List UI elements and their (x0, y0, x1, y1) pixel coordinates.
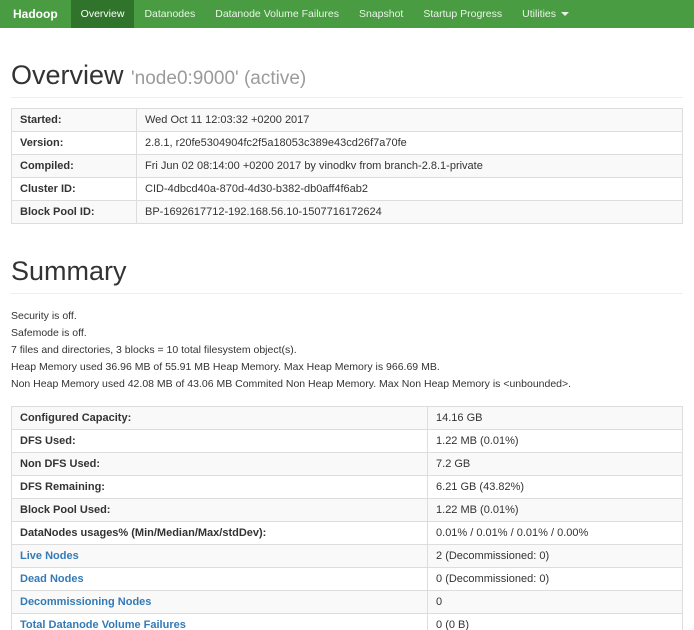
row-label: Compiled: (12, 155, 137, 178)
table-row: Compiled:Fri Jun 02 08:14:00 +0200 2017 … (12, 155, 683, 178)
row-value: 14.16 GB (428, 407, 683, 430)
row-label: DFS Remaining: (12, 476, 428, 499)
dead-nodes-link[interactable]: Dead Nodes (20, 573, 84, 585)
summary-title: Summary (11, 256, 683, 287)
row-value: 2.8.1, r20fe5304904fc2f5a18053c389e43cd2… (137, 132, 683, 155)
navbar-items: OverviewDatanodesDatanode Volume Failure… (71, 0, 579, 28)
row-label: Decommissioning Nodes (12, 591, 428, 614)
overview-title: Overview (11, 60, 124, 90)
summary-status-line: 7 files and directories, 3 blocks = 10 t… (11, 342, 683, 359)
decommissioning-nodes-link[interactable]: Decommissioning Nodes (20, 596, 151, 608)
row-label: Cluster ID: (12, 178, 137, 201)
row-value: 0 (428, 591, 683, 614)
row-label: Non DFS Used: (12, 453, 428, 476)
summary-table-body: Configured Capacity:14.16 GBDFS Used:1.2… (12, 407, 683, 630)
summary-status-line: Safemode is off. (11, 325, 683, 342)
nav-item-utilities[interactable]: Utilities (512, 0, 579, 28)
table-row: DataNodes usages% (Min/Median/Max/stdDev… (12, 522, 683, 545)
main-content: Overview 'node0:9000' (active) Started:W… (0, 60, 694, 630)
overview-table-body: Started:Wed Oct 11 12:03:32 +0200 2017Ve… (12, 109, 683, 224)
row-label: Configured Capacity: (12, 407, 428, 430)
divider (11, 97, 683, 98)
table-row: Dead Nodes 0 (Decommissioned: 0) (12, 568, 683, 591)
table-row: DFS Used:1.22 MB (0.01%) (12, 430, 683, 453)
summary-status-line: Security is off. (11, 308, 683, 325)
divider (11, 293, 683, 294)
table-row: Version:2.8.1, r20fe5304904fc2f5a18053c3… (12, 132, 683, 155)
namenode-address-subtitle: 'node0:9000' (active) (131, 68, 306, 89)
row-label: Live Nodes (12, 545, 428, 568)
row-value: 1.22 MB (0.01%) (428, 499, 683, 522)
brand-logo[interactable]: Hadoop (0, 0, 71, 28)
overview-table: Started:Wed Oct 11 12:03:32 +0200 2017Ve… (11, 108, 683, 224)
row-value: 7.2 GB (428, 453, 683, 476)
summary-status-line: Heap Memory used 36.96 MB of 55.91 MB He… (11, 359, 683, 376)
table-row: Decommissioning Nodes 0 (12, 591, 683, 614)
summary-status-lines: Security is off.Safemode is off.7 files … (11, 308, 683, 393)
table-row: Total Datanode Volume Failures 0 (0 B) (12, 614, 683, 630)
row-label: Dead Nodes (12, 568, 428, 591)
chevron-down-icon (561, 12, 569, 16)
nav-item-datanodes[interactable]: Datanodes (134, 0, 205, 28)
row-value: 0 (0 B) (428, 614, 683, 630)
nav-item-overview[interactable]: Overview (71, 0, 135, 28)
table-row: Block Pool ID:BP-1692617712-192.168.56.1… (12, 201, 683, 224)
table-row: Cluster ID:CID-4dbcd40a-870d-4d30-b382-d… (12, 178, 683, 201)
row-value: 1.22 MB (0.01%) (428, 430, 683, 453)
table-row: DFS Remaining:6.21 GB (43.82%) (12, 476, 683, 499)
row-value: 0 (Decommissioned: 0) (428, 568, 683, 591)
summary-table: Configured Capacity:14.16 GBDFS Used:1.2… (11, 406, 683, 630)
table-row: Live Nodes 2 (Decommissioned: 0) (12, 545, 683, 568)
total-datanode-volume-failures-link[interactable]: Total Datanode Volume Failures (20, 619, 186, 630)
row-label: Version: (12, 132, 137, 155)
summary-status-line: Non Heap Memory used 42.08 MB of 43.06 M… (11, 376, 683, 393)
row-label: Started: (12, 109, 137, 132)
row-value: Fri Jun 02 08:14:00 +0200 2017 by vinodk… (137, 155, 683, 178)
nav-item-datanode-volume-failures[interactable]: Datanode Volume Failures (205, 0, 349, 28)
row-value: 6.21 GB (43.82%) (428, 476, 683, 499)
row-label: DataNodes usages% (Min/Median/Max/stdDev… (12, 522, 428, 545)
page-title: Overview 'node0:9000' (active) (11, 60, 683, 91)
row-value: Wed Oct 11 12:03:32 +0200 2017 (137, 109, 683, 132)
row-value: BP-1692617712-192.168.56.10-150771617262… (137, 201, 683, 224)
summary-heading-text: Summary (11, 256, 127, 286)
table-row: Block Pool Used:1.22 MB (0.01%) (12, 499, 683, 522)
row-label: Block Pool ID: (12, 201, 137, 224)
row-label: DFS Used: (12, 430, 428, 453)
navbar: Hadoop OverviewDatanodesDatanode Volume … (0, 0, 694, 28)
nav-item-snapshot[interactable]: Snapshot (349, 0, 413, 28)
row-label: Block Pool Used: (12, 499, 428, 522)
row-value: CID-4dbcd40a-870d-4d30-b382-db0aff4f6ab2 (137, 178, 683, 201)
row-value: 2 (Decommissioned: 0) (428, 545, 683, 568)
table-row: Non DFS Used:7.2 GB (12, 453, 683, 476)
row-label: Total Datanode Volume Failures (12, 614, 428, 630)
nav-item-startup-progress[interactable]: Startup Progress (413, 0, 512, 28)
row-value: 0.01% / 0.01% / 0.01% / 0.00% (428, 522, 683, 545)
table-row: Configured Capacity:14.16 GB (12, 407, 683, 430)
table-row: Started:Wed Oct 11 12:03:32 +0200 2017 (12, 109, 683, 132)
live-nodes-link[interactable]: Live Nodes (20, 550, 79, 562)
